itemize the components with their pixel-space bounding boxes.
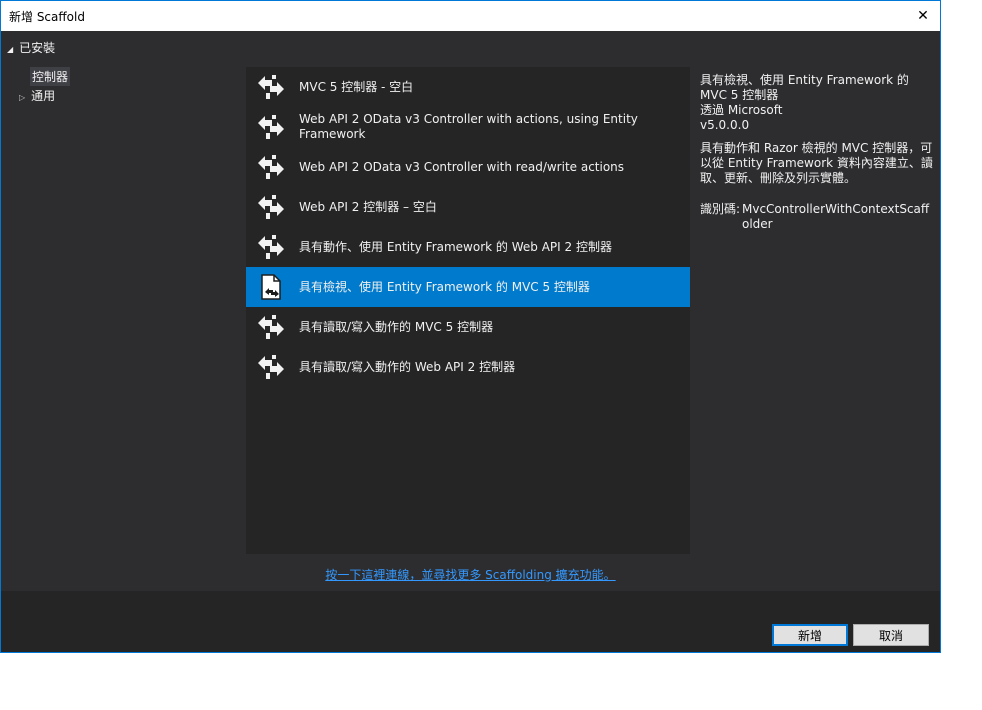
- details-version: v5.0.0.0: [700, 118, 750, 132]
- cancel-button[interactable]: 取消: [853, 624, 929, 646]
- scaffold-item[interactable]: 具有讀取/寫入動作的 MVC 5 控制器: [246, 307, 690, 347]
- details-author: 透過 Microsoft: [700, 103, 783, 117]
- installed-label: 已安裝: [19, 41, 56, 55]
- scaffold-item[interactable]: MVC 5 控制器 - 空白: [246, 67, 690, 107]
- controller-icon: [256, 193, 286, 221]
- details-id-value: MvcControllerWithContextScaffolder: [742, 202, 930, 231]
- title-bar: 新增 Scaffold ✕: [1, 1, 940, 31]
- scaffold-item-label: Web API 2 OData v3 Controller with actio…: [299, 112, 638, 141]
- scaffold-item-label: 具有動作、使用 Entity Framework 的 Web API 2 控制器: [299, 239, 612, 254]
- controller-icon: [256, 73, 286, 101]
- scaffold-item[interactable]: Web API 2 控制器 – 空白: [246, 187, 690, 227]
- scaffold-item-label: 具有讀取/寫入動作的 MVC 5 控制器: [299, 319, 494, 334]
- more-scaffolding-link[interactable]: 按一下這裡連線，並尋找更多 Scaffolding 擴充功能。: [1, 566, 940, 583]
- tree-item-common-label: 通用: [31, 89, 56, 103]
- details-title: 具有檢視、使用 Entity Framework 的 MVC 5 控制器: [700, 73, 909, 102]
- scaffold-item[interactable]: 具有讀取/寫入動作的 Web API 2 控制器: [246, 347, 690, 387]
- scaffold-item[interactable]: 具有檢視、使用 Entity Framework 的 MVC 5 控制器: [246, 267, 690, 307]
- expanded-triangle-icon: ◢: [7, 45, 14, 54]
- tree-item-controller[interactable]: 控制器: [30, 67, 71, 86]
- scaffold-item[interactable]: Web API 2 OData v3 Controller with actio…: [246, 107, 690, 147]
- controller-icon: [256, 313, 286, 341]
- view-controller-icon: [256, 273, 286, 301]
- scaffold-item[interactable]: 具有動作、使用 Entity Framework 的 Web API 2 控制器: [246, 227, 690, 267]
- scaffold-item-label: Web API 2 OData v3 Controller with read/…: [299, 159, 625, 174]
- collapsed-triangle-icon: ▷: [19, 93, 26, 102]
- close-icon[interactable]: ✕: [906, 1, 940, 31]
- scaffold-item-label: 具有檢視、使用 Entity Framework 的 MVC 5 控制器: [299, 279, 590, 294]
- details-id-label: 識別碼:: [700, 202, 741, 216]
- scaffold-item-label: Web API 2 控制器 – 空白: [299, 199, 437, 214]
- window-title: 新增 Scaffold: [9, 10, 85, 24]
- scaffold-item-label: MVC 5 控制器 - 空白: [299, 79, 414, 94]
- controller-icon: [256, 233, 286, 261]
- scaffold-list[interactable]: MVC 5 控制器 - 空白 Web API 2 OData v3 Control…: [246, 67, 690, 554]
- controller-icon: [256, 113, 286, 141]
- details-description: 具有動作和 Razor 檢視的 MVC 控制器，可以從 Entity Frame…: [700, 141, 933, 185]
- installed-header[interactable]: ◢ 已安裝: [7, 39, 55, 56]
- details-panel: 具有檢視、使用 Entity Framework 的 MVC 5 控制器 透過 …: [700, 73, 936, 232]
- add-scaffold-dialog: 新增 Scaffold ✕ ◢ 已安裝 控制器 ▷ 通用 MVC 5 控制器 - 空…: [0, 0, 941, 653]
- tree-item-common[interactable]: ▷ 通用: [19, 87, 55, 104]
- controller-icon: [256, 153, 286, 181]
- scaffold-item[interactable]: Web API 2 OData v3 Controller with read/…: [246, 147, 690, 187]
- scaffold-item-label: 具有讀取/寫入動作的 Web API 2 控制器: [299, 359, 516, 374]
- add-button[interactable]: 新增: [772, 624, 848, 646]
- controller-icon: [256, 353, 286, 381]
- details-id-row: 識別碼: MvcControllerWithContextScaffolder: [700, 202, 936, 232]
